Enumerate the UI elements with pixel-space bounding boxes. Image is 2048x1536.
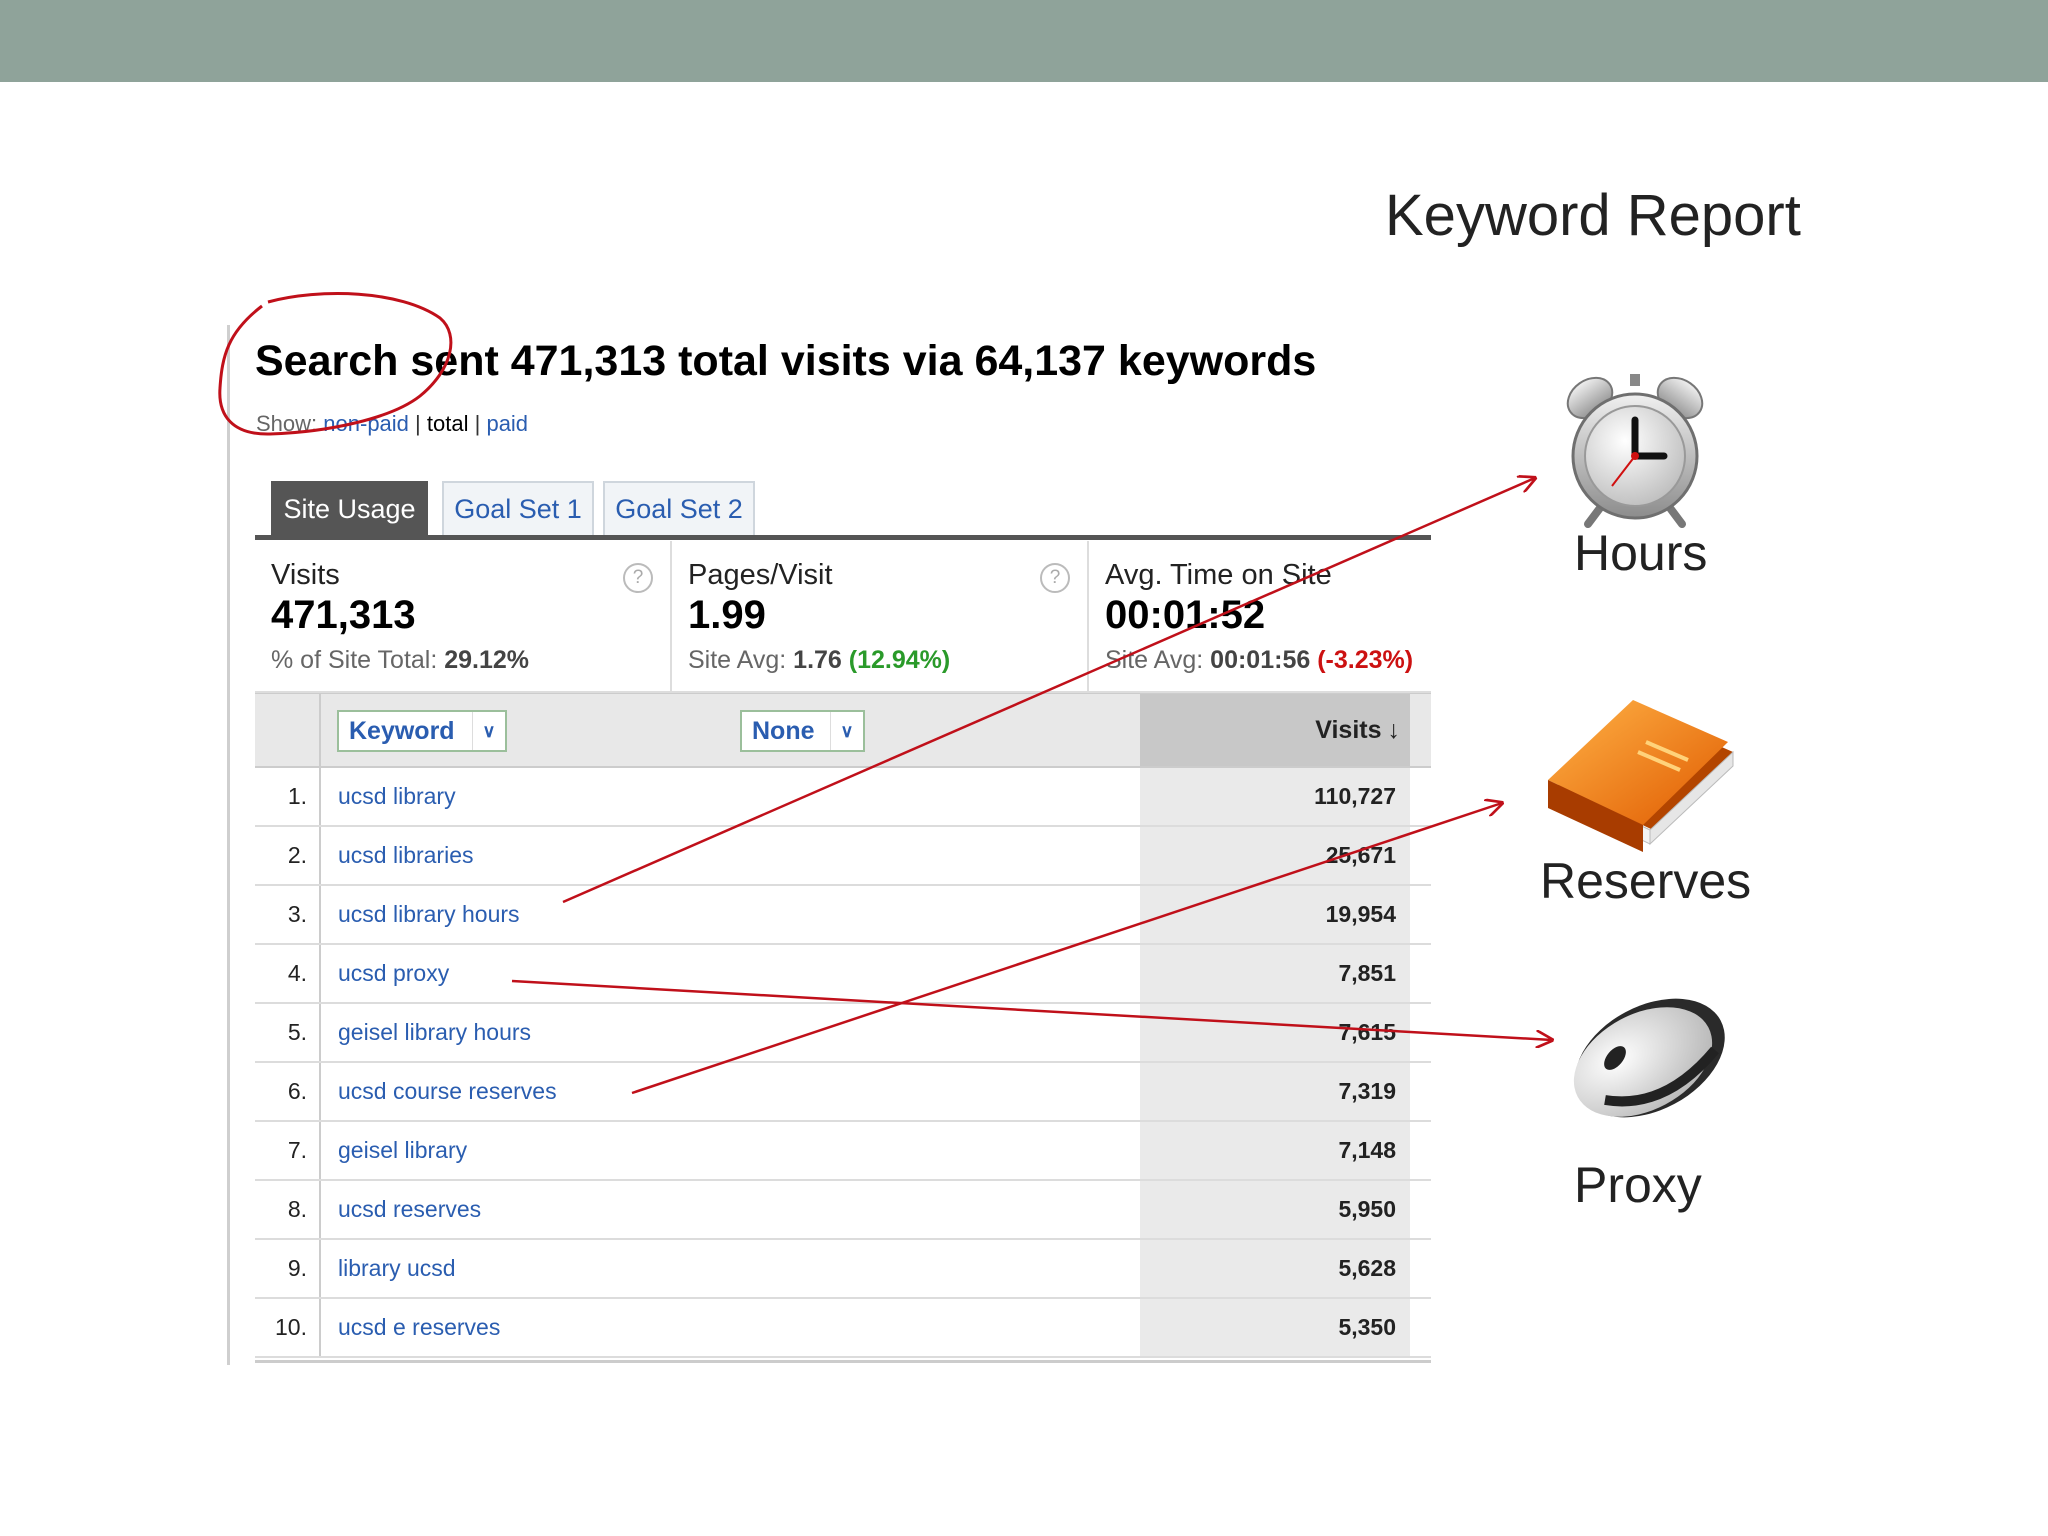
- annotation-overlay: [218, 292, 2048, 1095]
- annotation-circle: [218, 292, 453, 436]
- arrow-proxy: [511, 979, 1552, 1040]
- arrow-reserves: [631, 803, 1502, 1095]
- arrow-hours: [562, 478, 1535, 904]
